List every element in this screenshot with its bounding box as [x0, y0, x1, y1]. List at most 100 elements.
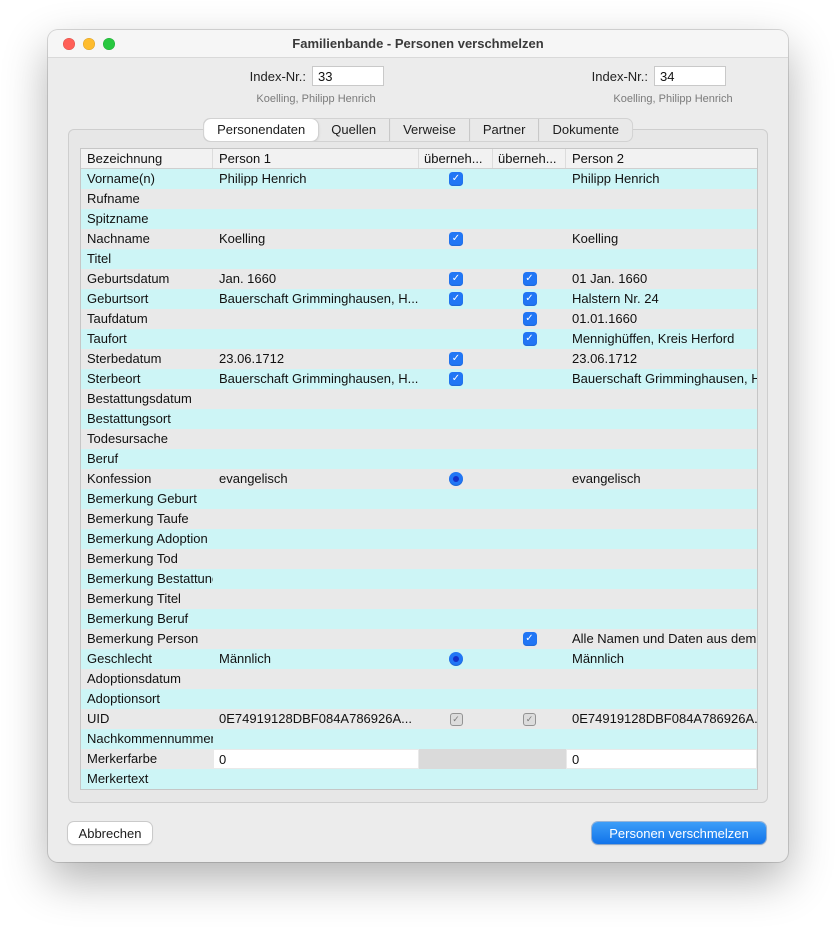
take2-cell: [493, 489, 566, 509]
take2-cell: [493, 349, 566, 369]
person2-value: 01.01.1660: [566, 309, 757, 329]
row-label: Rufname: [81, 189, 213, 209]
take1-cell: [419, 389, 493, 409]
take2-cell: [493, 249, 566, 269]
take2-cell: ✓: [493, 329, 566, 349]
table-row: Adoptionsort: [81, 689, 757, 709]
person2-value: [566, 409, 757, 429]
take2-cell: [493, 569, 566, 589]
window-title: Familienbande - Personen verschmelzen: [48, 30, 788, 57]
column-header-take1: überneh...: [419, 149, 493, 168]
minimize-button[interactable]: [83, 38, 95, 50]
table-row: Taufdatum ✓ 01.01.1660: [81, 309, 757, 329]
take1-cell: [419, 669, 493, 689]
row-label: Bestattungsdatum: [81, 389, 213, 409]
person2-value: [566, 389, 757, 409]
tab-quellen[interactable]: Quellen: [318, 119, 389, 141]
tab-partner[interactable]: Partner: [469, 119, 539, 141]
take-checkbox-checked[interactable]: ✓: [449, 232, 463, 246]
take-checkbox-checked[interactable]: ✓: [523, 632, 537, 646]
row-label: Taufdatum: [81, 309, 213, 329]
take-checkbox-checked[interactable]: ✓: [449, 272, 463, 286]
table-row: GeburtsortBauerschaft Grimminghausen, H.…: [81, 289, 757, 309]
radio-dot-icon: [453, 656, 459, 662]
take2-cell: [493, 209, 566, 229]
take-checkbox-disabled: ✓: [523, 713, 536, 726]
take-checkbox-checked[interactable]: ✓: [449, 352, 463, 366]
person2-value: 01 Jan. 1660: [566, 269, 757, 289]
column-header-take2: überneh...: [493, 149, 566, 168]
take1-cell: [419, 549, 493, 569]
take-radio-selected[interactable]: [449, 652, 463, 666]
person2-value: [566, 609, 757, 629]
index-input-right[interactable]: [654, 66, 726, 86]
check-icon: ✓: [525, 334, 533, 344]
index-label-right: Index-Nr.:: [578, 69, 648, 84]
person2-field[interactable]: [567, 750, 756, 768]
row-label: Taufort: [81, 329, 213, 349]
take1-cell: [419, 509, 493, 529]
table-row: UID0E74919128DBF084A786926A...✓✓0E749191…: [81, 709, 757, 729]
table-row: Sterbedatum23.06.1712✓23.06.1712: [81, 349, 757, 369]
person1-name: Koelling, Philipp Henrich: [216, 93, 416, 105]
tab-verweise[interactable]: Verweise: [389, 119, 469, 141]
row-label: Todesursache: [81, 429, 213, 449]
person2-value: [566, 489, 757, 509]
take-checkbox-checked[interactable]: ✓: [449, 292, 463, 306]
table-row: Konfessionevangelischevangelisch: [81, 469, 757, 489]
merge-persons-button[interactable]: Personen verschmelzen: [592, 822, 766, 844]
take-checkbox-checked[interactable]: ✓: [523, 292, 537, 306]
take1-cell: ✓: [419, 289, 493, 309]
row-label: Bemerkung Bestattung: [81, 569, 213, 589]
person1-value: Jan. 1660: [213, 269, 419, 289]
table-row: Merkertext: [81, 769, 757, 789]
take2-cell: [493, 549, 566, 569]
row-label: Geschlecht: [81, 649, 213, 669]
table-row: Bemerkung Bestattung: [81, 569, 757, 589]
person1-value: [213, 549, 419, 569]
close-button[interactable]: [63, 38, 75, 50]
take-checkbox-checked[interactable]: ✓: [523, 312, 537, 326]
person1-value: [213, 249, 419, 269]
take-checkbox-checked[interactable]: ✓: [449, 372, 463, 386]
check-icon: ✓: [452, 274, 460, 284]
take-checkbox-checked[interactable]: ✓: [449, 172, 463, 186]
take-checkbox-disabled: ✓: [450, 713, 463, 726]
person1-field[interactable]: [214, 750, 418, 768]
take-checkbox-checked[interactable]: ✓: [523, 272, 537, 286]
tab-dokumente[interactable]: Dokumente: [538, 119, 631, 141]
take2-cell: [493, 189, 566, 209]
person2-value: Halstern Nr. 24: [566, 289, 757, 309]
take2-cell: ✓: [493, 289, 566, 309]
take-radio-selected[interactable]: [449, 472, 463, 486]
merge-table: Bezeichnung Person 1 überneh... überneh.…: [80, 148, 758, 790]
take1-cell: [419, 449, 493, 469]
person1-value: [213, 529, 419, 549]
index-input-left[interactable]: [312, 66, 384, 86]
zoom-button[interactable]: [103, 38, 115, 50]
person1-value: [213, 509, 419, 529]
take2-cell: [493, 429, 566, 449]
app-window: Familienbande - Personen verschmelzen In…: [48, 30, 788, 862]
person2-value: Koelling: [566, 229, 757, 249]
content-panel: Bezeichnung Person 1 überneh... überneh.…: [68, 129, 768, 803]
row-label: Vorname(n): [81, 169, 213, 189]
cancel-button[interactable]: Abbrechen: [68, 822, 152, 844]
row-label: Merkertext: [81, 769, 213, 789]
person2-value: [566, 509, 757, 529]
tab-personendaten[interactable]: Personendaten: [204, 119, 318, 141]
person2-value: 0E74919128DBF084A786926A...: [566, 709, 757, 729]
take2-cell: [493, 449, 566, 469]
take1-cell: [419, 209, 493, 229]
person2-value: Philipp Henrich: [566, 169, 757, 189]
check-icon: ✓: [526, 715, 534, 724]
take-checkbox-checked[interactable]: ✓: [523, 332, 537, 346]
person1-value: [213, 329, 419, 349]
row-label: Merkerfarbe: [81, 749, 213, 769]
column-header-person2: Person 2: [566, 149, 757, 168]
row-label: Bemerkung Tod: [81, 549, 213, 569]
table-row: Merkerfarbe: [81, 749, 757, 769]
table-row: Vorname(n)Philipp Henrich✓Philipp Henric…: [81, 169, 757, 189]
check-icon: ✓: [452, 294, 460, 304]
row-label: Adoptionsdatum: [81, 669, 213, 689]
